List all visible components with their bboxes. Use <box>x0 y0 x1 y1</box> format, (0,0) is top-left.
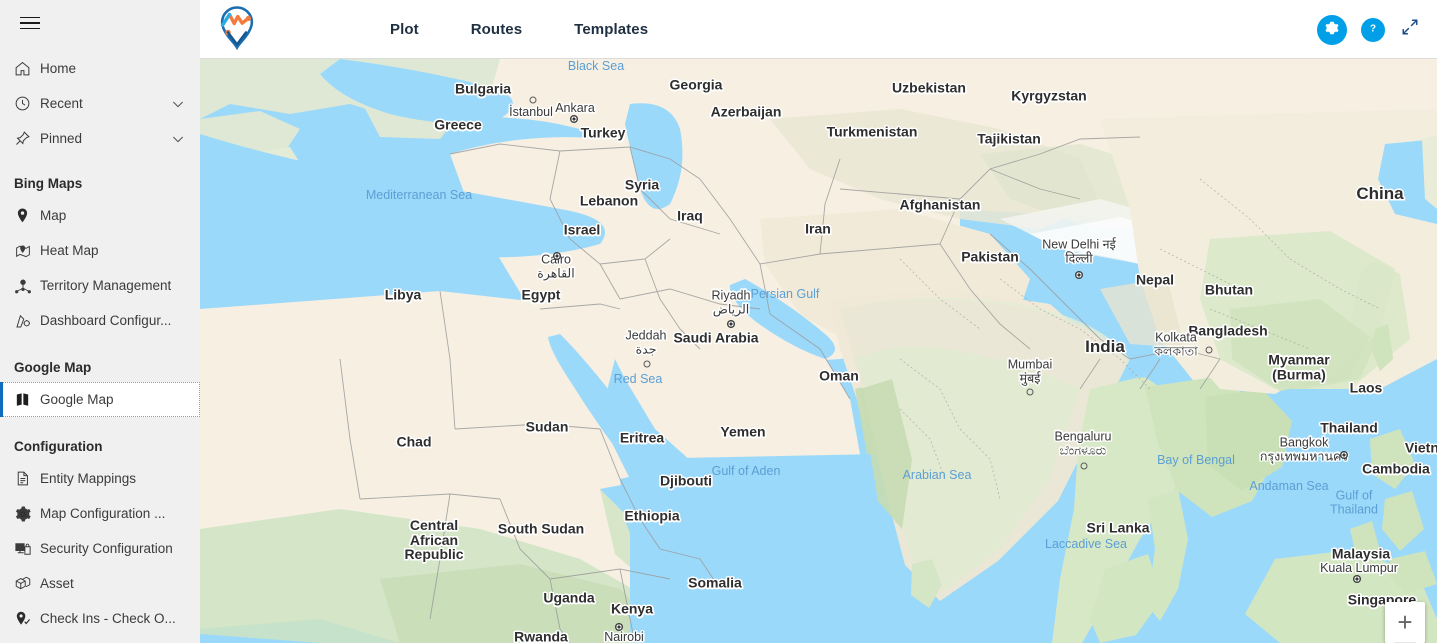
main-area: Plot Routes Templates ? Black Sea Medite… <box>200 0 1437 643</box>
territory-icon <box>14 277 40 295</box>
sidebar-item-security-configuration[interactable]: Security Configuration <box>0 531 200 566</box>
sidebar: Home Recent Pinned Bing Maps Map Heat Ma… <box>0 0 200 643</box>
map-capital-dot <box>727 320 735 328</box>
book-map-icon <box>14 391 40 408</box>
nav-tabs: Plot Routes Templates <box>388 17 650 42</box>
map-zoom-control: + <box>1385 602 1425 643</box>
sidebar-item-label: Home <box>40 61 77 76</box>
hamburger-icon[interactable] <box>10 3 50 43</box>
security-icon <box>14 540 40 558</box>
hamburger-line <box>20 27 40 30</box>
map-capital-dot <box>615 623 623 631</box>
sidebar-item-label: Heat Map <box>40 243 99 258</box>
tab-routes[interactable]: Routes <box>469 17 524 42</box>
sidebar-item-label: Check Ins - Check O... <box>40 611 176 626</box>
sidebar-item-label: Territory Management <box>40 278 172 293</box>
sidebar-item-recent[interactable]: Recent <box>0 86 200 121</box>
maplytics-logo <box>208 1 266 57</box>
sidebar-item-label: Security Configuration <box>40 541 173 556</box>
map-city-dot <box>1205 346 1213 354</box>
sidebar-item-label: Map Configuration ... <box>40 506 166 521</box>
sidebar-item-map[interactable]: Map <box>0 198 200 233</box>
expand-button[interactable] <box>1399 19 1421 41</box>
help-button[interactable]: ? <box>1361 17 1385 42</box>
sidebar-item-heat-map[interactable]: Heat Map <box>0 233 200 268</box>
sidebar-item-dashboard-configuration[interactable]: Dashboard Configur... <box>0 303 200 338</box>
sidebar-item-label: Entity Mappings <box>40 471 137 486</box>
hamburger-line <box>20 16 40 19</box>
sidebar-item-label: Map <box>40 208 67 223</box>
app-root: Home Recent Pinned Bing Maps Map Heat Ma… <box>0 0 1437 643</box>
map-city-dot <box>643 360 651 368</box>
zoom-in-button[interactable]: + <box>1385 602 1425 642</box>
gear-icon <box>14 505 40 523</box>
svg-text:?: ? <box>1370 24 1376 35</box>
dashboard-config-icon <box>14 312 40 330</box>
gear-icon <box>1324 20 1340 39</box>
sidebar-item-territory-management[interactable]: Territory Management <box>0 268 200 303</box>
chevron-down-icon[interactable] <box>170 96 186 112</box>
map-city-dot <box>529 96 537 104</box>
map-pin-icon <box>14 207 40 224</box>
check-in-pin-icon <box>14 610 40 627</box>
asset-icon <box>14 575 40 593</box>
document-icon <box>14 470 40 487</box>
sidebar-item-google-map[interactable]: Google Map <box>0 382 200 417</box>
sidebar-group-title-google-map: Google Map <box>14 359 92 375</box>
map-geometry <box>200 59 1437 643</box>
sidebar-item-check-ins-check-outs[interactable]: Check Ins - Check O... <box>0 601 200 636</box>
sidebar-item-pinned[interactable]: Pinned <box>0 121 200 156</box>
map-capital-dot <box>1075 271 1083 279</box>
sidebar-item-label: Dashboard Configur... <box>40 313 172 328</box>
question-icon: ? <box>1366 21 1380 38</box>
sidebar-item-label: Asset <box>40 576 74 591</box>
sidebar-item-label: Google Map <box>40 392 114 407</box>
sidebar-group-title-configuration: Configuration <box>14 438 103 454</box>
chevron-down-icon[interactable] <box>170 131 186 147</box>
tab-plot[interactable]: Plot <box>388 17 421 42</box>
top-navigation-bar: Plot Routes Templates ? <box>200 0 1437 59</box>
top-action-buttons: ? <box>1317 0 1421 59</box>
hamburger-line <box>20 22 40 24</box>
map-capital-dot <box>553 252 561 260</box>
map-city-dot <box>1026 388 1034 396</box>
map-capital-dot <box>1340 451 1348 459</box>
sidebar-item-entity-mappings[interactable]: Entity Mappings <box>0 461 200 496</box>
sidebar-item-label: Recent <box>40 96 83 111</box>
home-icon <box>14 60 40 77</box>
expand-arrows-icon <box>1401 18 1419 41</box>
map-capital-dot <box>1353 575 1361 583</box>
google-map-canvas[interactable]: Black Sea Mediterranean Sea Persian Gulf… <box>200 59 1437 643</box>
sidebar-item-label: Pinned <box>40 131 83 146</box>
sidebar-group-title-bing-maps: Bing Maps <box>14 175 83 191</box>
settings-button[interactable] <box>1317 14 1347 45</box>
clock-icon <box>14 95 40 112</box>
tab-templates[interactable]: Templates <box>572 17 650 42</box>
heat-map-icon <box>14 242 40 260</box>
sidebar-item-asset[interactable]: Asset <box>0 566 200 601</box>
map-city-dot <box>1080 462 1088 470</box>
map-capital-dot <box>570 115 578 123</box>
sidebar-item-map-configuration[interactable]: Map Configuration ... <box>0 496 200 531</box>
sidebar-item-home[interactable]: Home <box>0 51 200 86</box>
pin-icon <box>14 130 40 147</box>
